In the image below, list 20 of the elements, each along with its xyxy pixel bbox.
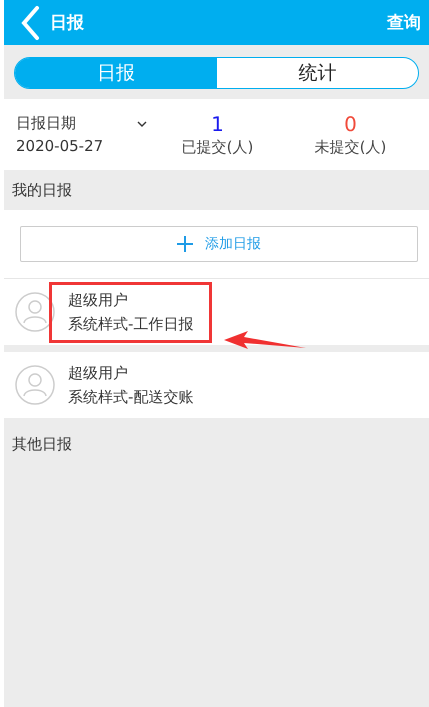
report-template: 系统样式-工作日报 bbox=[68, 314, 194, 334]
page-title: 日报 bbox=[50, 12, 84, 34]
section-title: 我的日报 bbox=[12, 180, 72, 200]
report-template: 系统样式-配送交账 bbox=[68, 388, 194, 406]
date-value[interactable]: 2020-05-27 bbox=[16, 137, 151, 155]
stat-label: 未提交(人) bbox=[314, 138, 386, 157]
tab[interactable]: 统计 bbox=[216, 58, 418, 88]
plus-icon bbox=[177, 236, 193, 252]
chevron-down-icon[interactable] bbox=[137, 120, 147, 126]
user-name: 超级用户 bbox=[68, 364, 129, 382]
avatar-icon bbox=[15, 365, 55, 405]
stat-label: 已提交(人) bbox=[182, 138, 254, 157]
avatar-icon bbox=[15, 292, 55, 332]
date-label: 日报日期 bbox=[16, 114, 76, 133]
arrow-icon bbox=[224, 331, 306, 351]
report-item[interactable]: 超级用户 系统样式-配送交账 bbox=[4, 352, 429, 418]
user-name: 超级用户 bbox=[68, 290, 129, 310]
section-title: 其他日报 bbox=[12, 434, 72, 454]
stat-count: 0 bbox=[344, 112, 357, 136]
stat-count: 1 bbox=[211, 112, 224, 136]
